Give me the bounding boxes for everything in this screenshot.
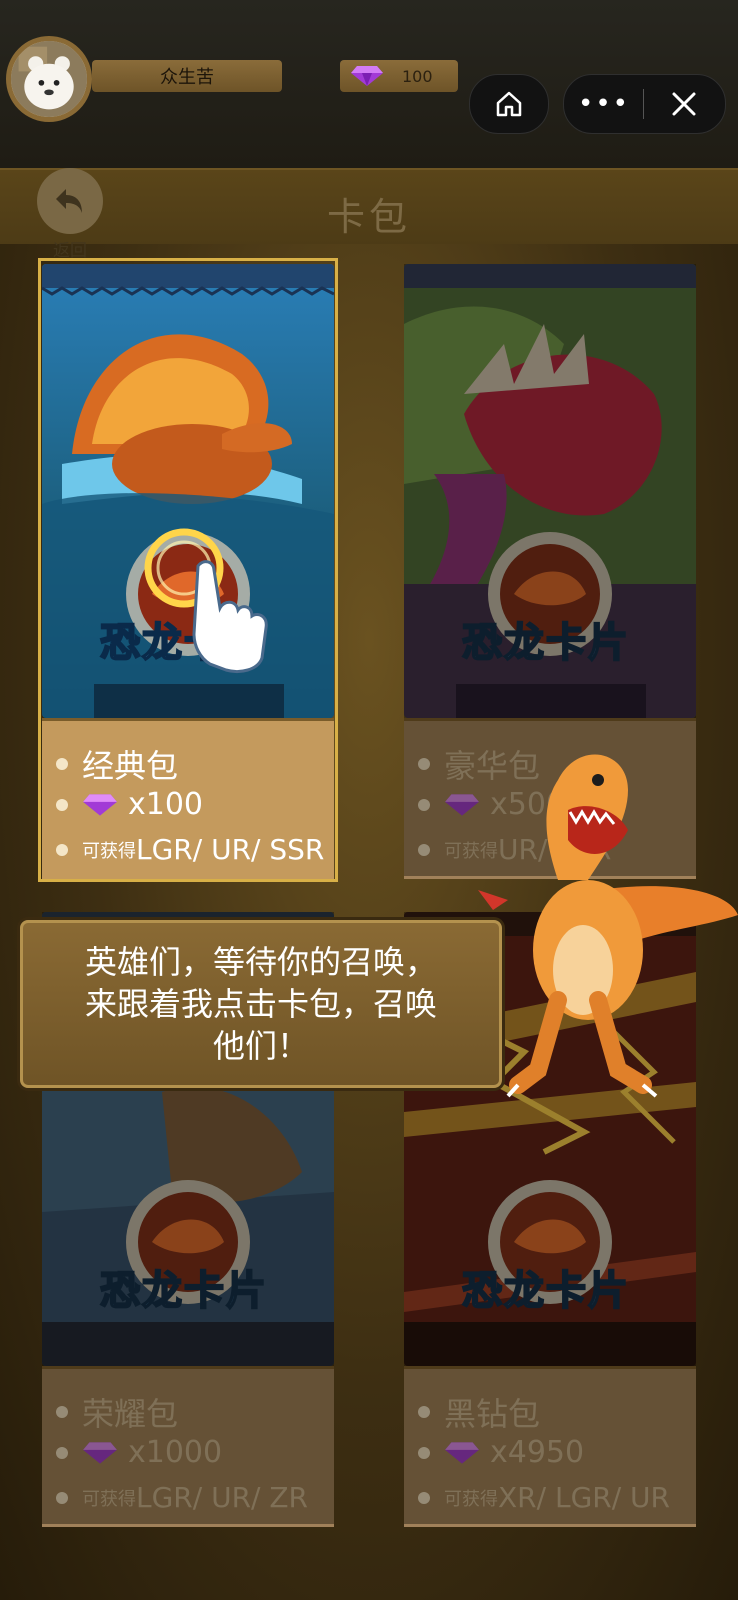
close-icon [672,92,696,116]
more-dots-icon[interactable]: ••• [565,91,643,117]
avatar[interactable] [6,36,92,122]
tutorial-line: 他们！ [212,1027,309,1065]
tutorial-line: 英雄们，等待你的召唤， [84,943,437,981]
bullet [56,843,68,856]
player-name: 众生苦 [92,60,282,92]
purple-gem-icon [351,66,383,86]
gem-balance: 100 [340,60,458,92]
pack-drops: LGR/ UR/ SSR [136,833,325,866]
mini-program-capsule: ••• [563,74,726,134]
bullet [56,758,68,770]
back-label: 返回 [53,241,87,261]
bullet [56,798,68,811]
tutorial-dialog: 英雄们，等待你的召唤， 来跟着我点击卡包，召唤 他们！ [20,920,502,1088]
close-button[interactable] [644,91,724,117]
page-title: 卡包 [326,195,411,239]
pack-price: x100 [128,787,204,822]
home-icon [496,91,522,117]
back-arrow-icon [37,168,103,234]
bear-avatar-icon [11,41,87,117]
pack-name: 经典包 [82,747,179,785]
purple-gem-icon [83,793,117,816]
tap-hand-icon [140,518,300,678]
pack-info: 经典包 x100 可获得 LGR/ UR/ SSR [42,718,334,879]
back-button[interactable]: 返回 [36,168,104,261]
trex-guide-icon [478,740,738,1120]
tutorial-line: 来跟着我点击卡包，召唤 [84,985,437,1023]
home-button[interactable] [469,74,549,134]
drops-label: 可获得 [82,840,136,862]
gem-count: 100 [402,66,433,86]
